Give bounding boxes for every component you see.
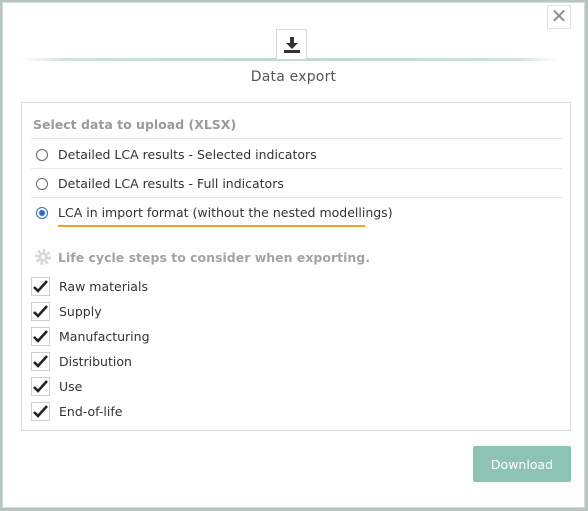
checkbox-label: End-of-life — [59, 404, 123, 419]
divider — [31, 138, 562, 139]
radio-detailed-full[interactable]: Detailed LCA results - Full indicators — [36, 176, 284, 191]
checkbox[interactable] — [31, 402, 50, 421]
radio-button-selected[interactable] — [36, 206, 48, 219]
steps-label: Life cycle steps to consider when export… — [58, 249, 370, 265]
checkbox[interactable] — [31, 277, 50, 296]
checkbox-label: Supply — [59, 304, 102, 319]
checkbox[interactable] — [31, 352, 50, 371]
divider — [31, 197, 562, 198]
radio-label: Detailed LCA results - Full indicators — [58, 176, 284, 191]
checkbox-label: Manufacturing — [59, 329, 150, 344]
section-label: Select data to upload (XLSX) — [33, 117, 237, 132]
dialog-title: Data export — [250, 69, 337, 85]
data-export-dialog: ✕ Data export Select data to upload (XLS… — [2, 2, 585, 508]
checkbox-raw-materials[interactable]: Raw materials — [31, 277, 148, 296]
checkbox[interactable] — [31, 327, 50, 346]
checkbox[interactable] — [31, 302, 50, 321]
checkbox-label: Distribution — [59, 354, 132, 369]
radio-button[interactable] — [36, 177, 48, 190]
radio-detailed-selected[interactable]: Detailed LCA results - Selected indicato… — [36, 147, 317, 162]
download-button[interactable]: Download — [473, 446, 571, 482]
radio-import-format[interactable]: LCA in import format (without the nested… — [36, 205, 393, 220]
divider — [31, 168, 562, 169]
checkbox-end-of-life[interactable]: End-of-life — [31, 402, 122, 421]
checkbox-use[interactable]: Use — [31, 377, 82, 396]
checkbox-label: Use — [59, 379, 83, 394]
checkbox-distribution[interactable]: Distribution — [31, 352, 132, 371]
checkbox-label: Raw materials — [59, 279, 148, 294]
close-button[interactable]: ✕ — [547, 5, 571, 29]
radio-button[interactable] — [36, 148, 48, 161]
checkbox-manufacturing[interactable]: Manufacturing — [31, 327, 150, 346]
steps-heading: Life cycle steps to consider when export… — [34, 248, 370, 266]
checkbox-supply[interactable]: Supply — [31, 302, 102, 321]
download-icon — [276, 29, 307, 60]
gear-icon — [34, 248, 52, 266]
selected-option-underline — [58, 225, 365, 227]
radio-label: LCA in import format (without the nested… — [58, 205, 393, 220]
checkbox[interactable] — [31, 377, 50, 396]
export-options-panel: Select data to upload (XLSX) Detailed LC… — [21, 102, 571, 431]
radio-label: Detailed LCA results - Selected indicato… — [58, 147, 317, 162]
